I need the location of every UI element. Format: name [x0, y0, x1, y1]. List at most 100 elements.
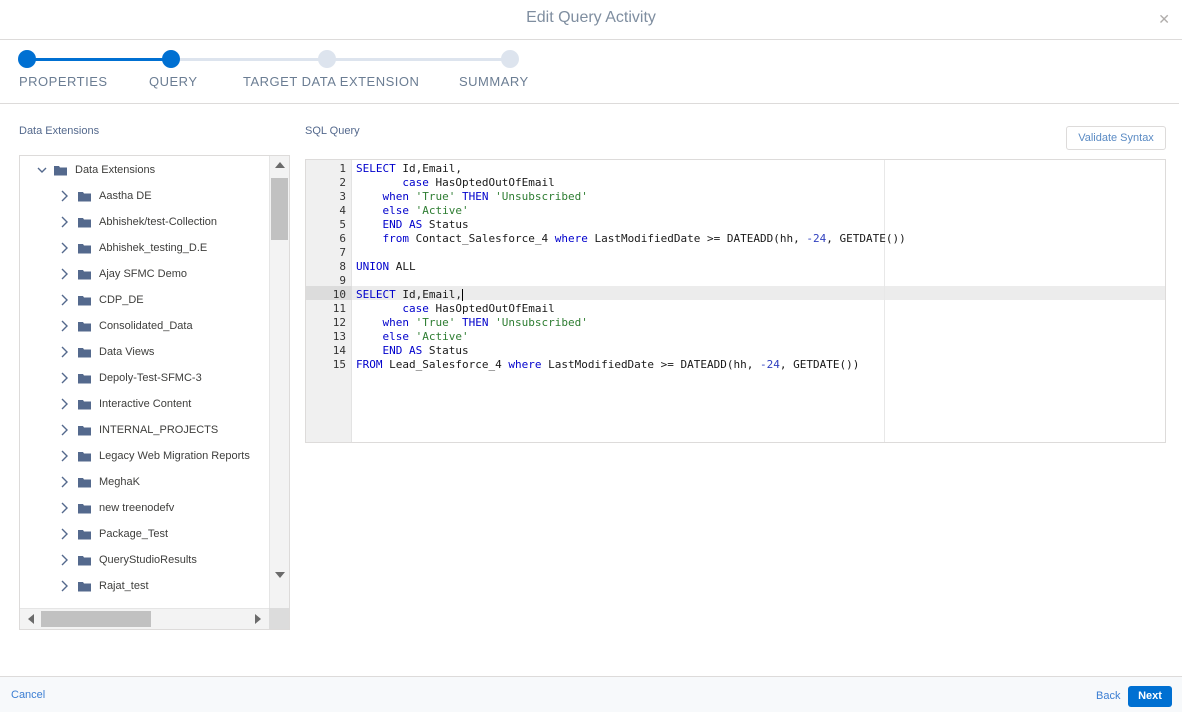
code-line: UNION ALL: [356, 260, 416, 274]
tree-item[interactable]: Abhishek/test-Collection: [58, 211, 217, 233]
tree-item-label: Consolidated_Data: [99, 320, 193, 332]
code-line: when 'True' THEN 'Unsubscribed': [356, 190, 588, 204]
sql-keyword: SELECT: [356, 288, 396, 301]
chevron-right-icon[interactable]: [58, 423, 70, 437]
sql-keyword: END: [382, 344, 403, 357]
tree-item[interactable]: Aastha DE: [58, 185, 152, 207]
sql-keyword: THEN: [462, 316, 489, 329]
line-number: 11: [332, 302, 346, 315]
tree-root-label: Data Extensions: [75, 164, 156, 176]
chevron-down-icon[interactable]: [36, 163, 48, 177]
line-number: 6: [339, 232, 346, 245]
sql-text: HasOptedOutOfEmail: [428, 302, 555, 315]
line-number: 3: [339, 190, 346, 203]
tree-item[interactable]: Data Views: [58, 341, 154, 363]
tree-item[interactable]: Package_Test: [58, 523, 168, 545]
step-dot-query[interactable]: [162, 50, 180, 68]
text-cursor: [461, 289, 463, 301]
chevron-right-icon[interactable]: [58, 371, 70, 385]
tree-horizontal-scrollbar[interactable]: [20, 608, 269, 629]
tree-item-label: Depoly-Test-SFMC-3: [99, 372, 202, 384]
vertical-scroll-thumb[interactable]: [271, 178, 288, 240]
tree-item[interactable]: INTERNAL_PROJECTS: [58, 419, 218, 441]
tree-item[interactable]: Legacy Web Migration Reports: [58, 445, 250, 467]
chevron-right-icon[interactable]: [58, 189, 70, 203]
tree-item[interactable]: Interactive Content: [58, 393, 191, 415]
tree-vertical-scrollbar[interactable]: [269, 156, 289, 608]
scroll-left-arrow-icon[interactable]: [28, 614, 34, 624]
step-dot-properties[interactable]: [18, 50, 36, 68]
code-line: from Contact_Salesforce_4 where LastModi…: [356, 232, 906, 246]
chevron-right-icon[interactable]: [58, 579, 70, 593]
step-dot-summary[interactable]: [501, 50, 519, 68]
step-label-query[interactable]: QUERY: [149, 74, 198, 89]
tree-item[interactable]: Abhishek_testing_D.E: [58, 237, 207, 259]
chevron-right-icon[interactable]: [58, 397, 70, 411]
chevron-right-icon[interactable]: [58, 293, 70, 307]
data-extensions-tree[interactable]: Data Extensions Aastha DE Abhishek/test-C…: [19, 155, 290, 630]
chevron-right-icon[interactable]: [58, 501, 70, 515]
step-connector-2: [171, 58, 510, 61]
back-link[interactable]: Back: [1096, 690, 1120, 702]
chevron-right-icon[interactable]: [58, 527, 70, 541]
sql-keyword: from: [382, 232, 410, 245]
tree-item[interactable]: Rajat_test: [58, 575, 149, 597]
step-label-summary[interactable]: SUMMARY: [459, 74, 529, 89]
tree-item[interactable]: Consolidated_Data: [58, 315, 193, 337]
tree-item[interactable]: MeghaK: [58, 471, 140, 493]
sql-text: Id,Email,: [395, 288, 462, 301]
tree-item[interactable]: QueryStudioResults: [58, 549, 197, 571]
folder-icon: [78, 191, 92, 202]
sql-text: ALL: [389, 260, 416, 273]
chevron-right-icon[interactable]: [58, 449, 70, 463]
tree-item[interactable]: Depoly-Test-SFMC-3: [58, 367, 202, 389]
sql-text: , GETDATE()): [826, 232, 906, 245]
validate-syntax-button[interactable]: Validate Syntax: [1066, 126, 1166, 150]
next-button[interactable]: Next: [1128, 686, 1172, 707]
folder-icon: [78, 373, 92, 384]
chevron-right-icon[interactable]: [58, 475, 70, 489]
sql-editor[interactable]: 1 2 3 4 5 6 7 8 9 10 11 12 13 14 15 SELECT Id,Email, c…: [305, 159, 1166, 443]
progress-stepper: PROPERTIES QUERY TARGET DATA EXTENSION S…: [0, 40, 1182, 104]
folder-icon: [78, 529, 92, 540]
scroll-right-arrow-icon[interactable]: [255, 614, 261, 624]
chevron-right-icon[interactable]: [58, 319, 70, 333]
tree-item-label: Ajay SFMC Demo: [99, 268, 188, 280]
modal-header: Edit Query Activity ✕: [0, 0, 1182, 40]
sql-keyword: case: [402, 176, 429, 189]
sql-keyword: when: [382, 190, 410, 203]
sql-text: Id,Email,: [395, 162, 462, 175]
tree-item[interactable]: Ajay SFMC Demo: [58, 263, 187, 285]
code-line: else 'Active': [356, 204, 469, 218]
step-label-properties[interactable]: PROPERTIES: [19, 74, 108, 89]
scroll-up-arrow-icon[interactable]: [275, 162, 285, 168]
scroll-down-arrow-icon[interactable]: [275, 572, 285, 578]
chevron-right-icon[interactable]: [58, 553, 70, 567]
chevron-right-icon[interactable]: [58, 215, 70, 229]
sql-text: Contact_Salesforce_4: [409, 232, 555, 245]
cancel-link[interactable]: Cancel: [11, 689, 45, 701]
step-dot-target-data-extension[interactable]: [318, 50, 336, 68]
tree-root-item[interactable]: Data Extensions: [36, 159, 155, 181]
folder-icon: [78, 451, 92, 462]
sql-text: LastModifiedDate >= DATEADD(hh,: [541, 358, 761, 371]
line-number: 2: [339, 176, 346, 189]
chevron-right-icon[interactable]: [58, 267, 70, 281]
horizontal-scroll-thumb[interactable]: [41, 611, 151, 627]
line-number: 7: [339, 246, 346, 259]
data-extensions-label: Data Extensions: [19, 125, 100, 137]
sql-keyword: AS: [409, 218, 423, 231]
tree-item-label: MeghaK: [99, 476, 140, 488]
chevron-right-icon[interactable]: [58, 345, 70, 359]
step-label-target-data-extension[interactable]: TARGET DATA EXTENSION: [243, 74, 419, 89]
chevron-right-icon[interactable]: [58, 241, 70, 255]
tree-item[interactable]: new treenodefv: [58, 497, 174, 519]
sql-keyword: AS: [409, 344, 423, 357]
tree-item[interactable]: CDP_DE: [58, 289, 144, 311]
folder-icon: [78, 555, 92, 566]
close-icon[interactable]: ✕: [1158, 11, 1170, 27]
